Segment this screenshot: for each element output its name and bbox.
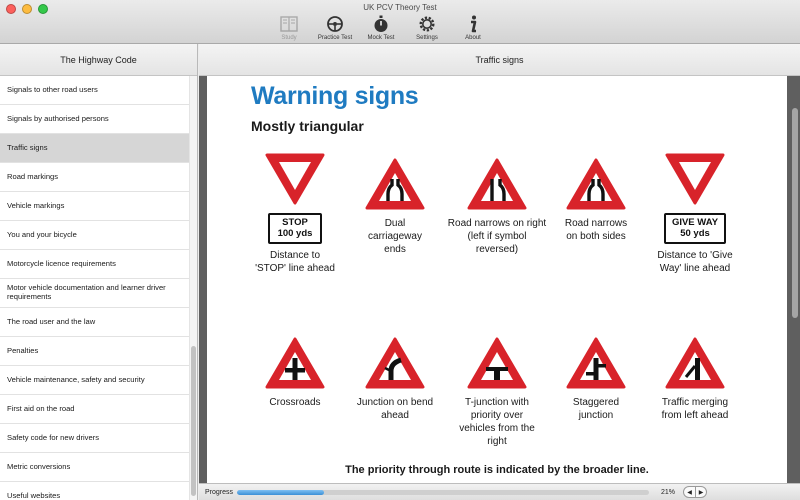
title-bar: UK PCV Theory Test Study Practice Test M…	[0, 0, 800, 44]
sidebar-item-bicycle[interactable]: You and your bicycle	[0, 221, 190, 250]
sidebar-item-safety-code[interactable]: Safety code for new drivers	[0, 424, 190, 453]
toolbar: Study Practice Test Mock Test Settings A…	[266, 14, 496, 41]
document-scroll-thumb[interactable]	[792, 108, 798, 318]
settings-button[interactable]: Settings	[404, 14, 450, 41]
progress-bar: Progress 21% ◀ ▶	[199, 483, 800, 500]
sign-caption: Crossroads	[269, 397, 321, 408]
sidebar-item-signals-to-road-users[interactable]: Signals to other road users	[0, 76, 190, 105]
next-page-button[interactable]: ▶	[695, 487, 706, 497]
sign-dual-carriageway-ends: Dual carriageway ends	[340, 156, 450, 256]
window-title: UK PCV Theory Test	[363, 3, 437, 12]
study-label: Study	[281, 35, 297, 41]
plate-line-give-way: GIVE WAY	[671, 217, 719, 228]
sidebar-item-motorcycle-licence[interactable]: Motorcycle licence requirements	[0, 250, 190, 279]
sign-caption: Road narrows on right (left if symbol re…	[447, 218, 547, 255]
sign-give-way-distance: GIVE WAY 50 yds Distance to 'Give Way' l…	[640, 151, 750, 275]
sidebar-item-useful-websites[interactable]: Useful websites	[0, 482, 190, 500]
sign-junction-on-bend: Junction on bend ahead	[340, 335, 450, 422]
sidebar: The Highway Code Signals to other road u…	[0, 44, 198, 500]
sidebar-item-traffic-signs[interactable]: Traffic signs	[0, 134, 190, 163]
main-title: Traffic signs	[199, 44, 800, 76]
sidebar-list: Signals to other road users Signals by a…	[0, 76, 190, 500]
sign-t-junction: T-junction with priority over vehicles f…	[442, 335, 552, 448]
sidebar-item-motor-vehicle-documentation[interactable]: Motor vehicle documentation and learner …	[0, 279, 190, 308]
doc-heading: Warning signs	[251, 82, 419, 110]
sign-caption: Traffic merging from left ahead	[661, 397, 729, 421]
about-button[interactable]: About	[450, 14, 496, 41]
sign-staggered-junction: Staggered junction	[541, 335, 651, 422]
sidebar-item-road-user-law[interactable]: The road user and the law	[0, 308, 190, 337]
progress-track	[237, 489, 649, 495]
sign-road-narrows-right: Road narrows on right (left if symbol re…	[442, 156, 552, 256]
sign-traffic-merging: Traffic merging from left ahead	[640, 335, 750, 422]
page-nav: ◀ ▶	[683, 486, 707, 498]
stop-distance-plate: STOP 100 yds	[268, 213, 322, 244]
progress-percent: 21%	[661, 488, 676, 496]
sign-stop-distance: STOP 100 yds Distance to 'STOP' line ahe…	[240, 151, 350, 275]
give-way-triangle-icon	[265, 153, 325, 205]
doc-subheading: Mostly triangular	[251, 118, 364, 134]
staggered-junction-icon	[566, 337, 626, 389]
settings-label: Settings	[416, 35, 438, 41]
sign-caption: Junction on bend ahead	[356, 397, 434, 421]
sidebar-item-penalties[interactable]: Penalties	[0, 337, 190, 366]
progress-fill	[237, 489, 324, 495]
road-narrows-right-icon	[467, 158, 527, 210]
plate-line-distance: 50 yds	[680, 228, 710, 240]
sign-caption: Distance to 'Give Way' line ahead	[657, 249, 733, 274]
dual-carriageway-ends-icon	[365, 158, 425, 210]
document-viewer: Warning signs Mostly triangular STOP 100…	[199, 76, 800, 483]
sidebar-item-vehicle-maintenance[interactable]: Vehicle maintenance, safety and security	[0, 366, 190, 395]
gear-icon	[419, 16, 435, 32]
sidebar-item-signals-authorised-persons[interactable]: Signals by authorised persons	[0, 105, 190, 134]
sign-caption: Distance to 'STOP' line ahead	[255, 249, 335, 274]
junction-on-bend-icon	[365, 337, 425, 389]
traffic-merging-icon	[665, 337, 725, 389]
sign-caption: Staggered junction	[572, 397, 620, 421]
practice-test-label: Practice Test	[317, 35, 353, 41]
mock-test-button[interactable]: Mock Test	[358, 14, 404, 41]
give-way-distance-plate: GIVE WAY 50 yds	[664, 213, 726, 244]
info-icon	[471, 15, 477, 33]
give-way-triangle-icon	[665, 153, 725, 205]
road-narrows-both-icon	[566, 158, 626, 210]
book-icon	[280, 16, 298, 32]
mock-test-label: Mock Test	[367, 35, 395, 41]
sign-crossroads: Crossroads	[240, 335, 350, 409]
sidebar-item-metric-conversions[interactable]: Metric conversions	[0, 453, 190, 482]
doc-note: The priority through route is indicated …	[345, 464, 649, 476]
t-junction-icon	[467, 337, 527, 389]
plate-line-stop: STOP	[282, 217, 308, 228]
sign-caption: Dual carriageway ends	[368, 218, 422, 255]
sidebar-scrollbar[interactable]	[189, 76, 197, 500]
sidebar-title: The Highway Code	[0, 44, 197, 76]
study-button[interactable]: Study	[266, 14, 312, 41]
plate-line-distance: 100 yds	[277, 228, 313, 240]
progress-label: Progress	[205, 488, 234, 496]
sidebar-item-vehicle-markings[interactable]: Vehicle markings	[0, 192, 190, 221]
sign-caption: T-junction with priority over vehicles f…	[459, 397, 535, 447]
stopwatch-icon	[374, 15, 388, 32]
sign-road-narrows-both: Road narrows on both sides	[541, 156, 651, 243]
previous-page-button[interactable]: ◀	[684, 487, 695, 497]
sidebar-scroll-thumb[interactable]	[191, 346, 196, 496]
sidebar-item-first-aid[interactable]: First aid on the road	[0, 395, 190, 424]
about-label: About	[465, 35, 481, 41]
crossroads-icon	[265, 337, 325, 389]
document-page[interactable]: Warning signs Mostly triangular STOP 100…	[207, 76, 787, 483]
steering-wheel-icon	[327, 16, 343, 32]
sign-caption: Road narrows on both sides	[564, 218, 628, 242]
main-pane: Traffic signs Warning signs Mostly trian…	[199, 44, 800, 500]
sidebar-item-road-markings[interactable]: Road markings	[0, 163, 190, 192]
practice-test-button[interactable]: Practice Test	[312, 14, 358, 41]
